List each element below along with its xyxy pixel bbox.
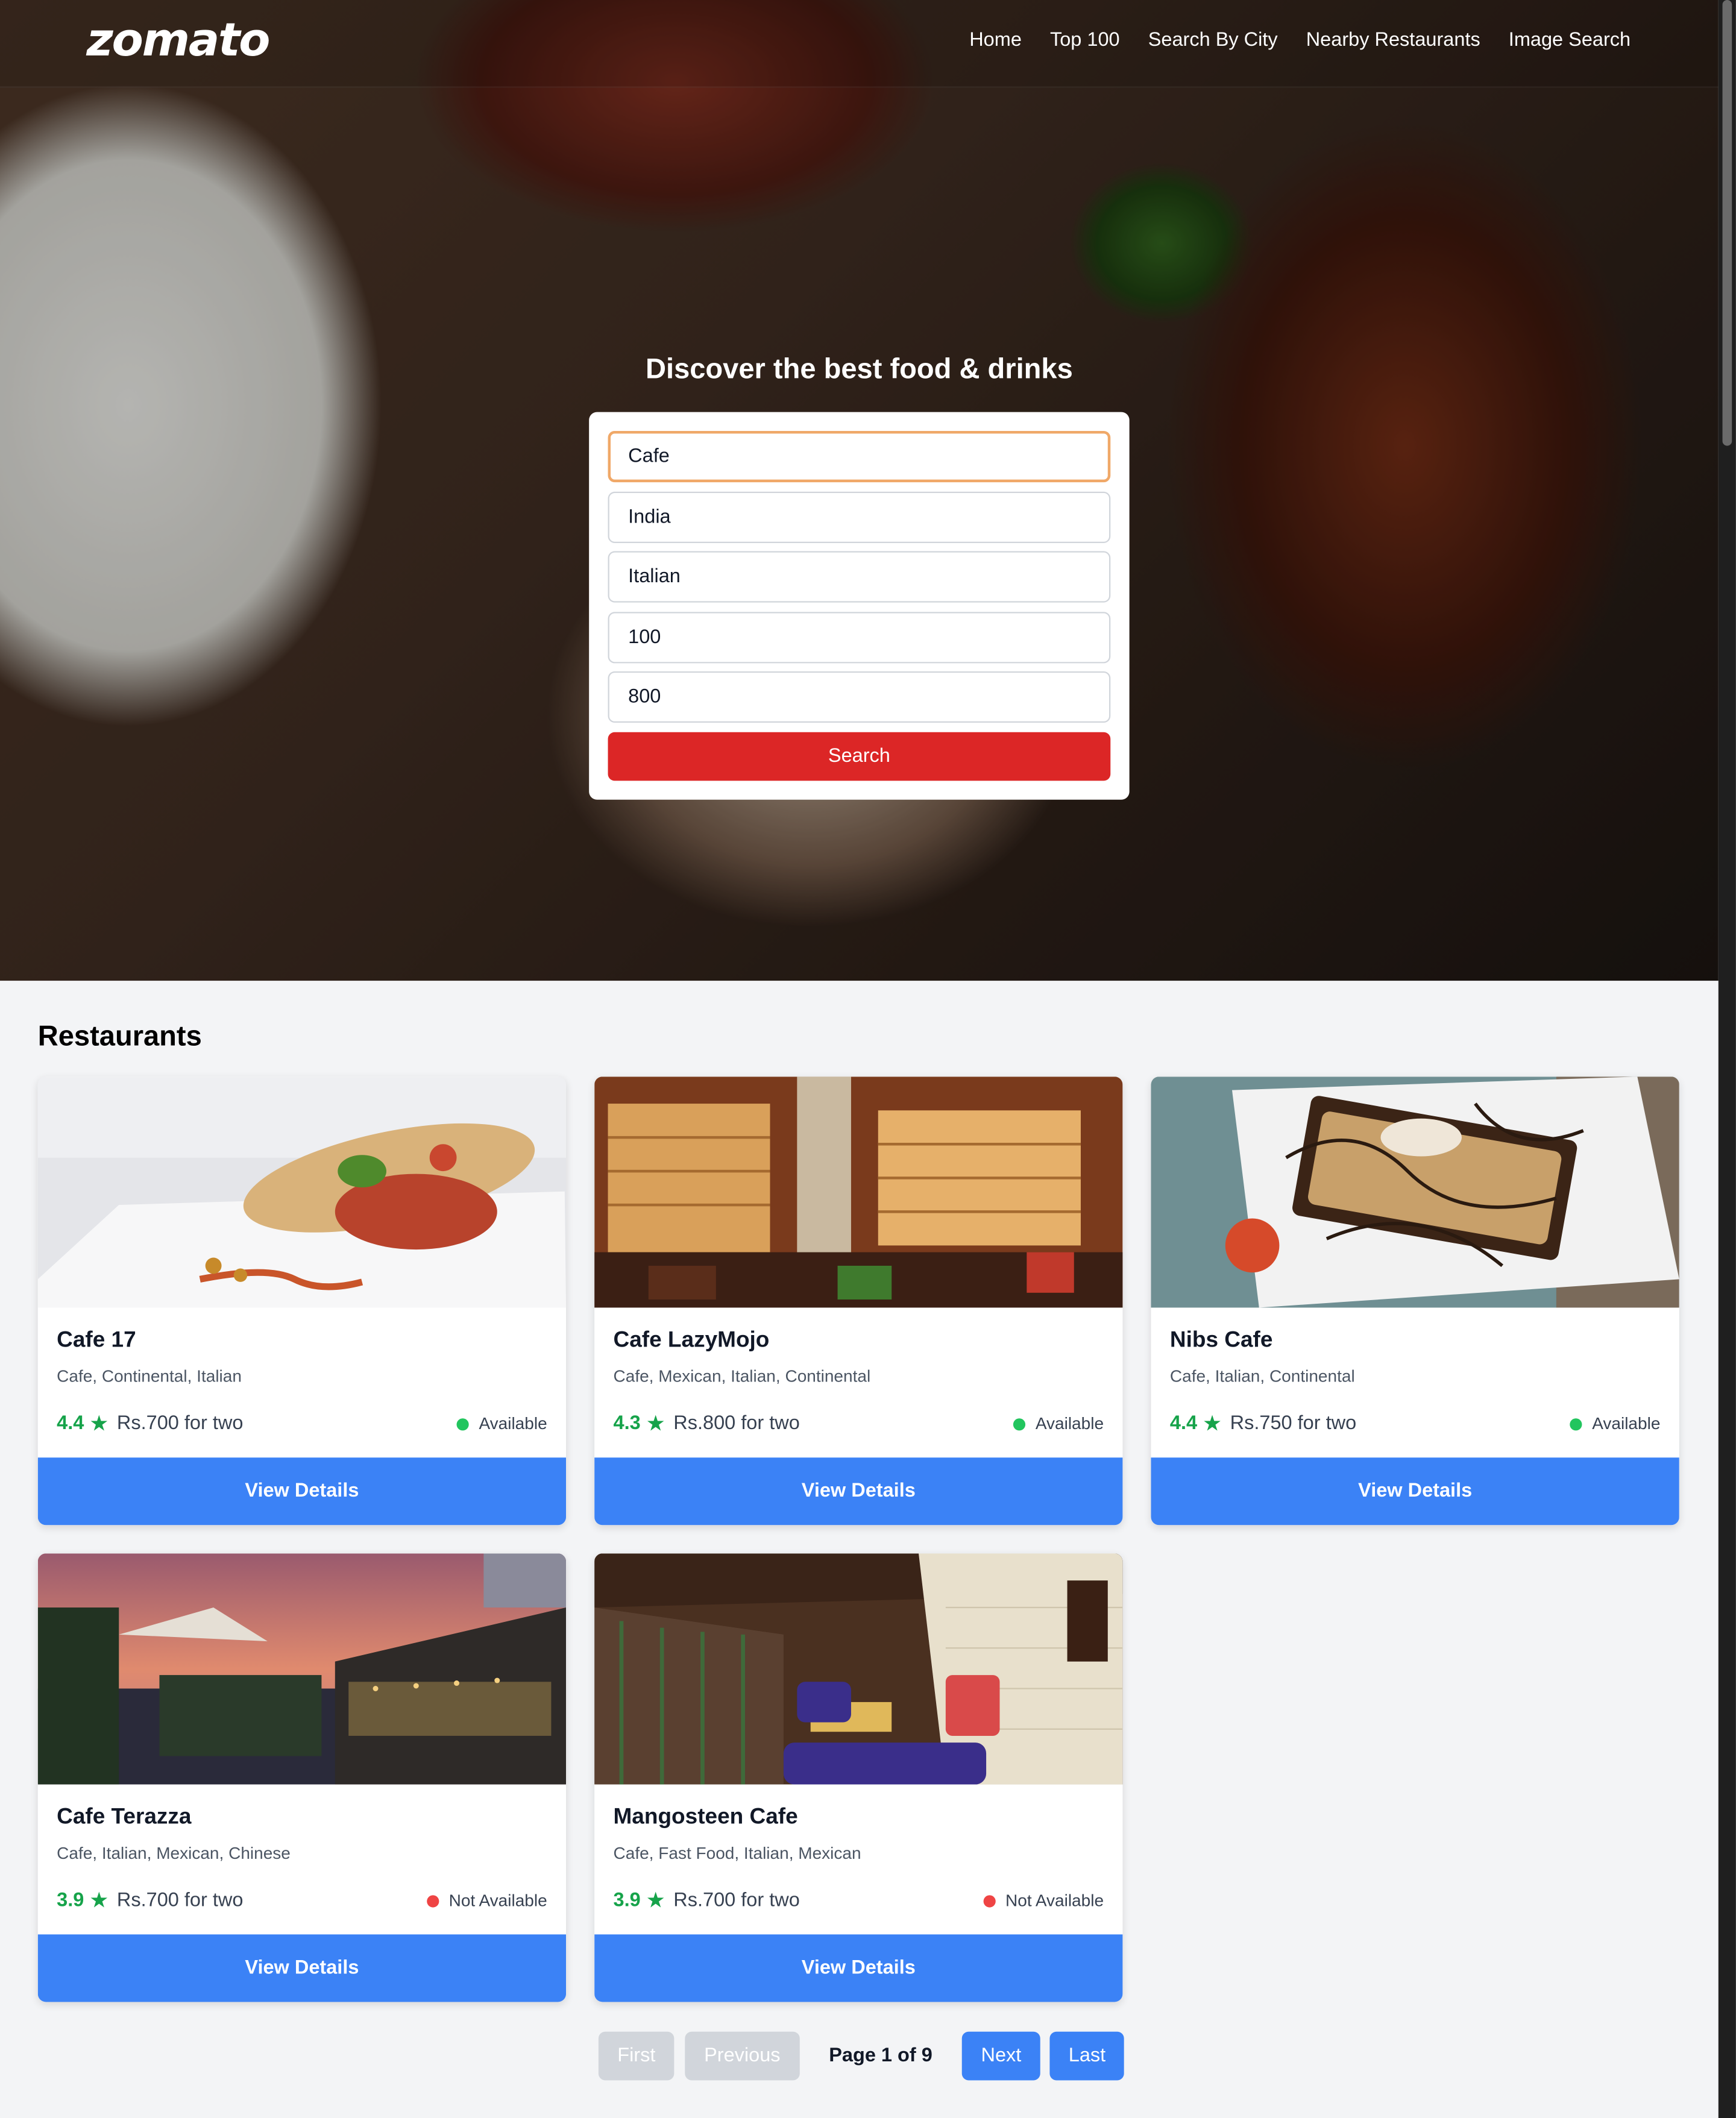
price-text: Rs.750 for two — [1230, 1413, 1357, 1435]
restaurant-card: Cafe Terazza Cafe, Italian, Mexican, Chi… — [37, 1553, 567, 2002]
restaurant-name: Nibs Cafe — [1169, 1328, 1273, 1353]
pagination: First Previous Page 1 of 9 Next Last — [598, 2031, 1125, 2081]
restaurant-image[interactable] — [37, 1076, 567, 1308]
restaurant-image[interactable] — [37, 1553, 567, 1785]
scrollbar[interactable] — [1718, 0, 1736, 2118]
rating-value: 4.4 — [1169, 1413, 1198, 1435]
status-dot-icon — [1013, 1418, 1027, 1430]
scrollbar-thumb[interactable] — [1722, 0, 1732, 446]
top-navbar: zomato Home Top 100 Search By City Nearb… — [0, 0, 1719, 88]
restaurant-cuisines: Cafe, Italian, Mexican, Chinese — [57, 1844, 291, 1863]
restaurant-meta: 4.3 ★ Rs.800 for two Available — [614, 1409, 1104, 1439]
first-page-button[interactable]: First — [598, 2031, 675, 2081]
view-details-button[interactable]: View Details — [37, 1457, 567, 1526]
page: zomato Home Top 100 Search By City Nearb… — [0, 0, 1736, 2118]
search-form: Search — [589, 412, 1130, 800]
restaurant-meta: 3.9 ★ Rs.700 for two Not Available — [614, 1886, 1104, 1915]
star-icon: ★ — [89, 1890, 109, 1913]
availability-status: Available — [457, 1414, 547, 1433]
star-icon: ★ — [1203, 1413, 1222, 1436]
restaurant-name: Cafe LazyMojo — [613, 1328, 770, 1353]
page-indicator: Page 1 of 9 — [829, 2045, 932, 2067]
restaurant-card: Cafe 17 Cafe, Continental, Italian 4.4 ★… — [37, 1076, 567, 1526]
availability-label: Not Available — [1005, 1891, 1104, 1911]
nav-nearby-restaurants[interactable]: Nearby Restaurants — [1306, 30, 1480, 51]
nav-links: Home Top 100 Search By City Nearby Resta… — [969, 30, 1631, 51]
availability-label: Available — [1592, 1414, 1661, 1433]
restaurant-image[interactable] — [594, 1553, 1123, 1785]
view-details-button[interactable]: View Details — [594, 1934, 1123, 2002]
rating-value: 3.9 — [57, 1890, 84, 1912]
restaurant-image[interactable] — [1151, 1076, 1679, 1308]
view-details-button[interactable]: View Details — [594, 1457, 1123, 1526]
rating-value: 4.3 — [613, 1413, 641, 1435]
restaurant-card: Cafe LazyMojo Cafe, Mexican, Italian, Co… — [594, 1076, 1123, 1526]
min-cost-input[interactable] — [608, 611, 1111, 663]
country-input[interactable] — [608, 491, 1111, 542]
restaurant-cuisines: Cafe, Fast Food, Italian, Mexican — [613, 1844, 861, 1863]
availability-status: Available — [1570, 1415, 1660, 1433]
section-title: Restaurants — [37, 1021, 202, 1052]
restaurant-cuisines: Cafe, Continental, Italian — [57, 1367, 242, 1386]
star-icon: ★ — [646, 1890, 665, 1913]
zomato-logo[interactable]: zomato — [86, 13, 270, 68]
hero-title: Discover the best food & drinks — [646, 354, 1073, 385]
star-icon: ★ — [646, 1413, 665, 1436]
restaurant-meta: 4.4 ★ Rs.700 for two Available — [57, 1409, 547, 1439]
previous-page-button[interactable]: Previous — [685, 2031, 799, 2081]
rating-value: 3.9 — [613, 1890, 641, 1912]
availability-status: Not Available — [427, 1891, 547, 1910]
restaurant-name: Cafe 17 — [57, 1328, 136, 1353]
restaurant-card: Nibs Cafe Cafe, Italian, Continental 4.4… — [1151, 1076, 1679, 1526]
star-icon: ★ — [89, 1413, 109, 1436]
restaurant-cuisines: Cafe, Mexican, Italian, Continental — [613, 1367, 871, 1386]
view-details-button[interactable]: View Details — [37, 1934, 567, 2002]
status-dot-icon — [984, 1894, 996, 1907]
restaurant-name: Cafe Terazza — [57, 1805, 192, 1829]
keyword-input[interactable] — [608, 430, 1111, 483]
nav-image-search[interactable]: Image Search — [1509, 30, 1631, 51]
status-dot-icon — [1570, 1418, 1583, 1430]
next-page-button[interactable]: Next — [962, 2031, 1040, 2081]
last-page-button[interactable]: Last — [1049, 2031, 1125, 2081]
availability-label: Available — [1035, 1414, 1104, 1433]
restaurant-cuisines: Cafe, Italian, Continental — [1169, 1367, 1355, 1386]
price-text: Rs.800 for two — [673, 1413, 800, 1435]
restaurant-meta: 4.4 ★ Rs.750 for two Available — [1170, 1409, 1661, 1439]
rating-value: 4.4 — [57, 1413, 84, 1435]
hero-banner: zomato Home Top 100 Search By City Nearb… — [0, 0, 1719, 981]
restaurant-meta: 3.9 ★ Rs.700 for two Not Available — [57, 1886, 547, 1915]
restaurant-image[interactable] — [594, 1076, 1123, 1308]
restaurant-card: Mangosteen Cafe Cafe, Fast Food, Italian… — [594, 1553, 1123, 2002]
price-text: Rs.700 for two — [116, 1413, 244, 1435]
price-text: Rs.700 for two — [116, 1890, 244, 1912]
status-dot-icon — [457, 1418, 470, 1430]
max-cost-input[interactable] — [608, 671, 1111, 723]
cuisine-input[interactable] — [608, 551, 1111, 603]
availability-label: Available — [479, 1414, 547, 1433]
availability-label: Not Available — [448, 1891, 547, 1911]
status-dot-icon — [427, 1894, 439, 1907]
restaurant-name: Mangosteen Cafe — [613, 1805, 798, 1829]
search-button[interactable]: Search — [608, 731, 1111, 781]
availability-status: Not Available — [984, 1891, 1104, 1910]
availability-status: Available — [1013, 1414, 1104, 1433]
view-details-button[interactable]: View Details — [1151, 1457, 1679, 1526]
nav-search-by-city[interactable]: Search By City — [1148, 30, 1278, 51]
price-text: Rs.700 for two — [673, 1890, 800, 1912]
nav-top-100[interactable]: Top 100 — [1050, 30, 1120, 51]
nav-home[interactable]: Home — [969, 30, 1022, 51]
